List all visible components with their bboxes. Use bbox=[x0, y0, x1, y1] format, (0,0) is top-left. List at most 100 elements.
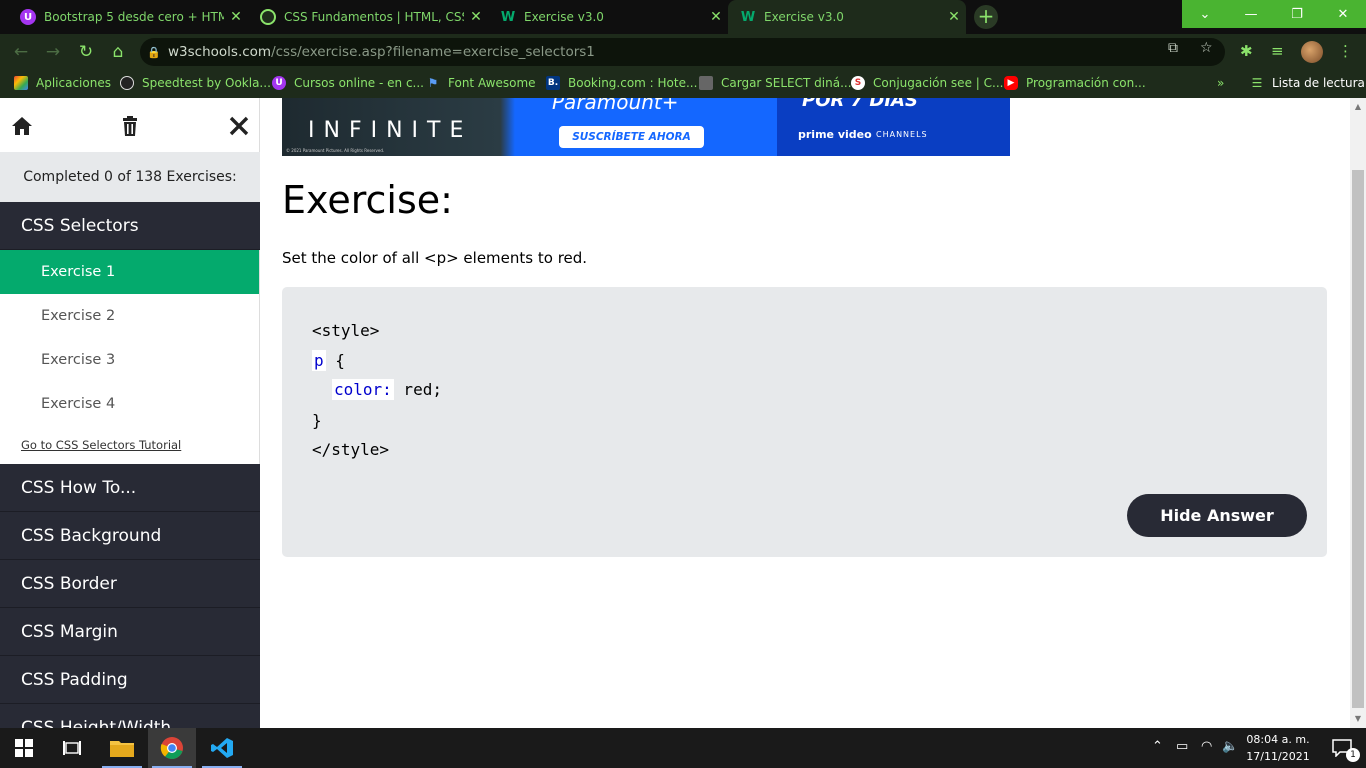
bookmark-booking[interactable]: B. Booking.com : Hote... bbox=[546, 76, 697, 90]
w3schools-icon: W bbox=[500, 9, 516, 25]
w3schools-icon: W bbox=[740, 9, 756, 25]
bookmark-speedtest[interactable]: Speedtest by Ookla... bbox=[120, 76, 271, 90]
bookmark-conjugacion[interactable]: S Conjugación see | C... bbox=[851, 76, 1003, 90]
scroll-up-icon[interactable]: ▲ bbox=[1350, 102, 1366, 111]
lock-icon[interactable]: 🔒 bbox=[140, 46, 168, 59]
windows-start-icon[interactable] bbox=[0, 728, 48, 768]
home-icon[interactable]: ⌂ bbox=[107, 42, 129, 62]
tab-exercise-1[interactable]: W Exercise v3.0 ✕ bbox=[488, 0, 728, 34]
tab-exercise-2[interactable]: W Exercise v3.0 ✕ bbox=[728, 0, 966, 34]
sidebar-toolbar bbox=[0, 98, 260, 152]
restore-button[interactable]: ❐ bbox=[1274, 0, 1320, 28]
translate-icon[interactable]: ⧉ bbox=[1168, 40, 1178, 56]
volume-icon[interactable]: 🔈 bbox=[1222, 739, 1238, 754]
exercise-item-4[interactable]: Exercise 4 bbox=[0, 382, 259, 426]
vscode-taskbar-icon[interactable] bbox=[198, 728, 246, 768]
code-brace-close: } bbox=[312, 411, 322, 430]
bookmarks-bar: Aplicaciones Speedtest by Ookla... U Cur… bbox=[0, 70, 1366, 98]
code-declaration-line: color: red; bbox=[332, 379, 442, 400]
file-explorer-icon[interactable] bbox=[98, 728, 146, 768]
clock-time: 08:04 a. m. bbox=[1246, 733, 1310, 746]
tab-title: CSS Fundamentos | HTML, CSS y bbox=[284, 10, 464, 24]
task-view-icon[interactable] bbox=[48, 728, 96, 768]
battery-icon[interactable]: ▭ bbox=[1176, 739, 1188, 754]
forward-icon[interactable]: → bbox=[42, 42, 64, 62]
close-icon[interactable]: ✕ bbox=[704, 9, 728, 25]
bookmark-cargar-select[interactable]: Cargar SELECT diná... bbox=[699, 76, 852, 90]
sidebar-group-css-how-to[interactable]: CSS How To... bbox=[0, 464, 260, 512]
bookmark-apps[interactable]: Aplicaciones bbox=[14, 76, 111, 90]
notifications-icon[interactable]: 1 bbox=[1318, 728, 1366, 768]
media-control-icon[interactable]: ≡ bbox=[1271, 42, 1284, 60]
page-scrollbar[interactable]: ▲ ▼ bbox=[1350, 98, 1366, 728]
more-bookmarks-button[interactable]: » bbox=[1217, 76, 1224, 90]
page-icon bbox=[699, 76, 713, 90]
notification-count: 1 bbox=[1346, 748, 1360, 762]
exercise-sidebar: Completed 0 of 138 Exercises: CSS Select… bbox=[0, 98, 260, 728]
reading-list-icon: ☰ bbox=[1251, 76, 1263, 90]
exercise-item-2[interactable]: Exercise 2 bbox=[0, 294, 259, 338]
sidebar-group-css-background[interactable]: CSS Background bbox=[0, 512, 260, 560]
sidebar-group-css-selectors[interactable]: CSS Selectors bbox=[0, 202, 260, 250]
code-open-tag: <style> bbox=[312, 321, 380, 340]
hide-answer-button[interactable]: Hide Answer bbox=[1127, 494, 1307, 537]
bookmark-udemy[interactable]: U Cursos online - en c... bbox=[272, 76, 424, 90]
ad-copyright: © 2021 Paramount Pictures. All Rights Re… bbox=[286, 148, 385, 153]
ad-cta-button[interactable]: SUSCRÍBETE AHORA bbox=[559, 126, 704, 148]
tab-css-fundamentos[interactable]: CSS Fundamentos | HTML, CSS y ✕ bbox=[248, 0, 488, 34]
scrollbar-thumb[interactable] bbox=[1352, 170, 1364, 708]
close-icon[interactable]: ✕ bbox=[464, 9, 488, 25]
code-selector-line: p { bbox=[312, 350, 345, 371]
exercise-list: Exercise 1 Exercise 2 Exercise 3 Exercis… bbox=[0, 250, 260, 464]
profile-avatar[interactable] bbox=[1301, 41, 1323, 63]
minimize-button[interactable]: — bbox=[1228, 0, 1274, 28]
ad-headline-right: POR 7 DÍAS bbox=[802, 98, 918, 111]
bookmark-programacion[interactable]: ▶ Programación con... bbox=[1004, 76, 1146, 90]
trash-icon[interactable] bbox=[118, 114, 142, 138]
exercise-description: Set the color of all <p> elements to red… bbox=[282, 249, 588, 267]
tutorial-link[interactable]: Go to CSS Selectors Tutorial bbox=[0, 426, 259, 464]
bookmark-font-awesome[interactable]: ⚑ Font Awesome bbox=[426, 76, 536, 90]
back-icon[interactable]: ← bbox=[10, 42, 32, 62]
ad-brand: INFINITE bbox=[308, 118, 473, 143]
sidebar-group-css-margin[interactable]: CSS Margin bbox=[0, 608, 260, 656]
address-bar[interactable]: 🔒 w3schools.com/css/exercise.asp?filenam… bbox=[140, 38, 1225, 66]
window-close-button[interactable]: ✕ bbox=[1320, 0, 1366, 28]
udemy-icon: U bbox=[272, 76, 286, 90]
progress-text: Completed 0 of 138 Exercises: bbox=[0, 152, 260, 202]
home-icon[interactable] bbox=[10, 114, 34, 138]
tab-title: Bootstrap 5 desde cero + HTML bbox=[44, 10, 224, 24]
tab-bootstrap[interactable]: U Bootstrap 5 desde cero + HTML ✕ bbox=[8, 0, 248, 34]
sidebar-group-css-border[interactable]: CSS Border bbox=[0, 560, 260, 608]
booking-icon: B. bbox=[546, 76, 560, 90]
sidebar-group-css-height-width[interactable]: CSS Height/Width bbox=[0, 704, 260, 729]
windows-taskbar: ⌃ ▭ ◠ 🔈 08:04 a. m. 17/11/2021 1 bbox=[0, 728, 1366, 768]
extensions-icon[interactable]: ✱ bbox=[1240, 42, 1253, 60]
answer-property[interactable]: color: bbox=[332, 379, 394, 400]
tab-search-button[interactable]: ⌄ bbox=[1182, 0, 1228, 28]
scroll-down-icon[interactable]: ▼ bbox=[1350, 714, 1366, 723]
sidebar-group-css-padding[interactable]: CSS Padding bbox=[0, 656, 260, 704]
chevron-up-icon[interactable]: ⌃ bbox=[1152, 739, 1163, 754]
ad-prime-logo: prime video bbox=[798, 128, 872, 141]
reading-list-button[interactable]: ☰ Lista de lectura bbox=[1250, 76, 1365, 90]
address-toolbar: ← → ↻ ⌂ 🔒 w3schools.com/css/exercise.asp… bbox=[0, 34, 1366, 70]
close-icon[interactable]: ✕ bbox=[942, 9, 966, 25]
chrome-taskbar-icon[interactable] bbox=[148, 728, 196, 768]
exercise-item-1[interactable]: Exercise 1 bbox=[0, 250, 259, 294]
wifi-icon[interactable]: ◠ bbox=[1201, 739, 1212, 754]
tab-title: Exercise v3.0 bbox=[764, 10, 844, 24]
advertisement-banner[interactable]: Paramount+ POR 7 DÍAS INFINITE SUSCRÍBET… bbox=[282, 98, 1010, 156]
new-tab-button[interactable]: + bbox=[974, 5, 998, 29]
system-clock[interactable]: 08:04 a. m. 17/11/2021 bbox=[1240, 731, 1316, 765]
ad-headline-left: Paramount+ bbox=[552, 98, 679, 114]
reload-icon[interactable]: ↻ bbox=[75, 42, 97, 62]
close-icon[interactable] bbox=[227, 114, 251, 138]
ad-channels: CHANNELS bbox=[876, 130, 928, 139]
menu-icon[interactable]: ⋮ bbox=[1338, 42, 1353, 60]
bookmark-star-icon[interactable]: ☆ bbox=[1200, 40, 1213, 56]
apps-grid-icon bbox=[14, 76, 28, 90]
close-icon[interactable]: ✕ bbox=[224, 9, 248, 25]
exercise-item-3[interactable]: Exercise 3 bbox=[0, 338, 259, 382]
answer-selector[interactable]: p bbox=[312, 350, 326, 371]
